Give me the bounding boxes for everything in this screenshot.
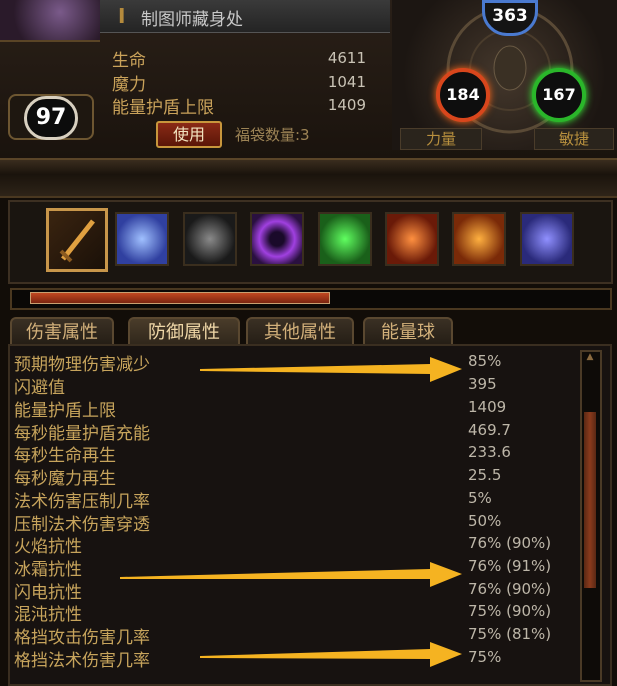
table-row-value: 75% (90%): [468, 602, 552, 620]
stat-value-energy-shield: 1409: [327, 96, 366, 114]
table-row-value: 76% (90%): [468, 534, 552, 552]
level-badge: 97: [24, 96, 78, 140]
table-row-label: 格挡法术伤害几率: [14, 651, 150, 671]
table-row-label: 每秒魔力再生: [14, 469, 116, 489]
table-row-label: 预期物理伤害减少: [14, 355, 150, 375]
scroll-up-icon[interactable]: ▲: [584, 352, 596, 364]
table-row-value: 50%: [468, 512, 502, 530]
use-button[interactable]: 使用: [156, 121, 222, 148]
arrow-icon: [200, 357, 462, 382]
fire-swirl-icon[interactable]: [452, 212, 506, 266]
dexterity-orb: 167: [532, 68, 586, 122]
scrollbar-thumb[interactable]: [584, 412, 596, 588]
stat-label-mana: 魔力: [112, 75, 146, 95]
location-title: 制图师藏身处: [141, 10, 243, 30]
tab-damage[interactable]: 伤害属性: [10, 317, 114, 347]
table-row-label: 冰霜抗性: [14, 560, 82, 580]
strength-orb: 184: [436, 68, 490, 122]
table-row-label: 混沌抗性: [14, 605, 82, 625]
table-row-value: 233.6: [468, 443, 511, 461]
table-row-value: 76% (90%): [468, 580, 552, 598]
table-row-label: 闪避值: [14, 378, 65, 398]
stat-label-energy-shield: 能量护盾上限: [112, 98, 214, 118]
experience-bar-fill: [30, 292, 330, 304]
table-row-label: 法术伤害压制几率: [14, 492, 150, 512]
vortex-eye-icon[interactable]: [250, 212, 304, 266]
character-portrait: [0, 0, 100, 42]
table-row-value: 395: [468, 375, 497, 393]
table-row-value: 1409: [468, 398, 507, 416]
tab-other[interactable]: 其他属性: [246, 317, 354, 347]
arrow-icon: [200, 642, 462, 667]
strength-label: 力量: [400, 128, 482, 150]
table-row-value: 75% (81%): [468, 625, 552, 643]
fire-fist-icon[interactable]: [385, 212, 439, 266]
stat-value-mana: 1041: [327, 73, 366, 91]
stat-label-life: 生命: [112, 51, 146, 71]
table-row-value: 5%: [468, 489, 492, 507]
green-tombstone-icon[interactable]: [318, 212, 372, 266]
table-row-label: 格挡攻击伤害几率: [14, 628, 150, 648]
tab-defense[interactable]: 防御属性: [128, 317, 240, 347]
dexterity-label: 敏捷: [534, 128, 614, 150]
arrow-icon: [120, 562, 462, 587]
table-row-value: 85%: [468, 352, 502, 370]
ornate-divider: [0, 158, 617, 198]
table-row-value: 76% (91%): [468, 557, 552, 575]
table-row-label: 每秒生命再生: [14, 446, 116, 466]
spirit-figure-icon[interactable]: [115, 212, 169, 266]
table-row-value: 25.5: [468, 466, 502, 484]
stat-value-life: 4611: [327, 49, 366, 67]
tab-energy-orb[interactable]: 能量球: [363, 317, 453, 347]
sword-skill-icon[interactable]: [46, 208, 108, 272]
title-mark: I: [118, 4, 126, 28]
table-row-value: 469.7: [468, 421, 511, 439]
blue-shield-icon[interactable]: [520, 212, 574, 266]
table-row-label: 能量护盾上限: [14, 401, 116, 421]
shadow-figure-icon[interactable]: [183, 212, 237, 266]
bag-count: 福袋数量:3: [235, 126, 310, 144]
table-row-label: 火焰抗性: [14, 537, 82, 557]
table-row-value: 75%: [468, 648, 502, 666]
